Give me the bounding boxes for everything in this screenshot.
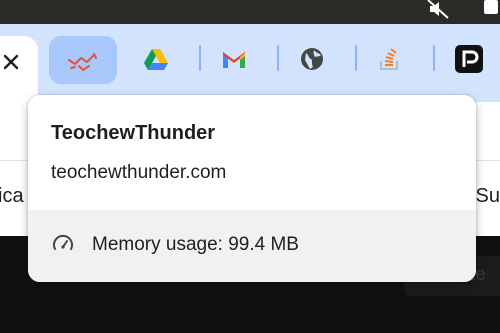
teochewthunder-favicon-icon [68,53,97,72]
bookmark-item[interactable]: Su [476,185,500,208]
tab-divider [277,45,279,71]
close-tab-icon[interactable] [2,53,20,71]
hover-card-footer: Memory usage: 99.4 MB [28,210,476,282]
tab-hover-card: TeochewThunder teochewthunder.com Memory… [28,95,476,282]
hover-card-domain: teochewthunder.com [51,162,227,183]
hover-card-title: TeochewThunder [51,122,216,144]
memory-usage-label: Memory usage: 99.4 MB [92,234,299,255]
gmail-icon[interactable] [221,46,247,72]
pinned-tab-teochewthunder[interactable] [49,36,117,84]
tab-divider [433,45,435,71]
active-tab[interactable] [0,36,38,102]
tab-strip [0,24,500,102]
tab-divider [355,45,357,71]
speedometer-icon [53,234,73,250]
stack-overflow-icon[interactable] [377,46,403,72]
p-app-icon[interactable] [455,45,483,73]
bookmark-item[interactable]: ica [0,185,24,208]
os-menu-bar [0,0,500,24]
google-drive-icon[interactable] [143,46,169,72]
globe-icon[interactable] [299,46,325,72]
mute-icon[interactable] [426,0,452,20]
tab-divider [199,45,201,71]
battery-icon[interactable] [482,0,500,18]
